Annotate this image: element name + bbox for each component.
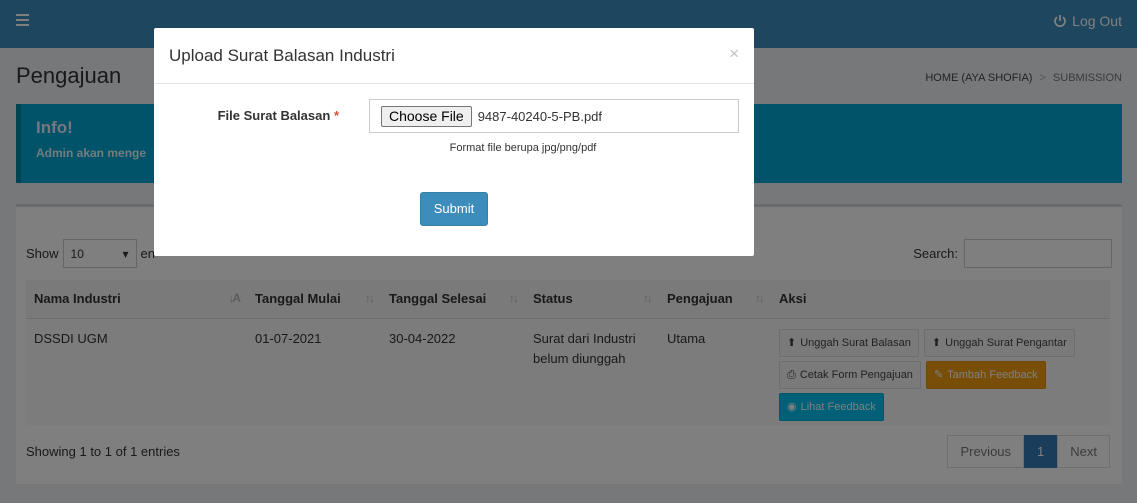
modal-header: Upload Surat Balasan Industri ×: [154, 28, 754, 84]
selected-file-name: 9487-40240-5-PB.pdf: [477, 108, 603, 124]
submit-button[interactable]: Submit: [420, 192, 488, 226]
required-mark: *: [333, 108, 339, 123]
upload-modal: Upload Surat Balasan Industri × File Sur…: [154, 28, 754, 256]
file-format-help: Format file berupa jpg/png/pdf: [449, 142, 597, 154]
choose-file-button[interactable]: Choose File: [381, 105, 472, 127]
close-icon[interactable]: ×: [729, 44, 739, 64]
file-field-label: File Surat Balasan *: [217, 108, 339, 123]
file-input[interactable]: Choose File 9487-40240-5-PB.pdf: [369, 99, 739, 133]
modal-title: Upload Surat Balasan Industri: [169, 46, 395, 65]
